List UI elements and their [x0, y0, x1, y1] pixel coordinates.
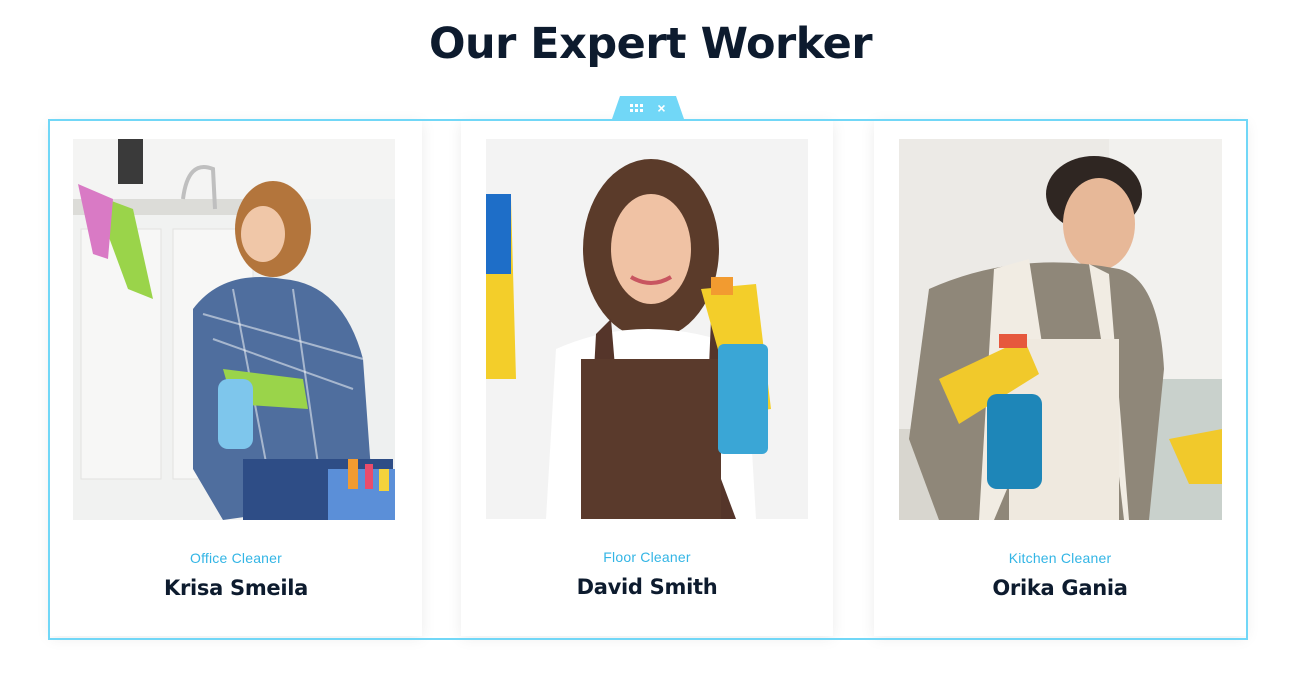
editor-selection-frame	[48, 119, 1248, 640]
section-title: Our Expert Worker	[428, 19, 873, 69]
drag-grid-icon[interactable]	[630, 103, 644, 112]
page: Our Expert Worker Office Cleaner Krisa S…	[0, 0, 1301, 675]
editor-toolbar-handle[interactable]: ×	[612, 96, 684, 119]
close-icon[interactable]: ×	[657, 101, 665, 115]
